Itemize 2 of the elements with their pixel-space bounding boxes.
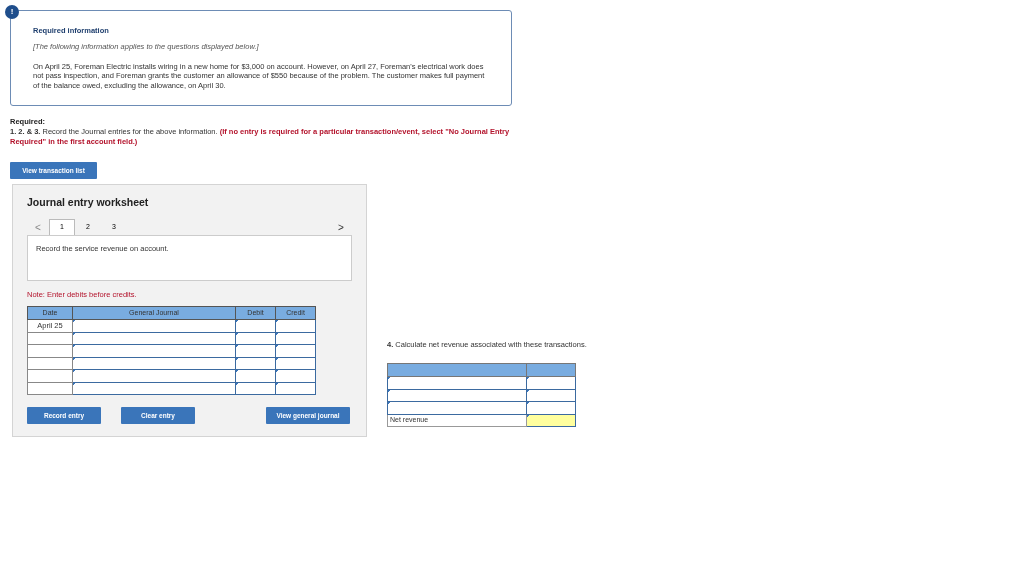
- alert-badge: !: [5, 5, 19, 19]
- worksheet-title: Journal entry worksheet: [27, 195, 150, 211]
